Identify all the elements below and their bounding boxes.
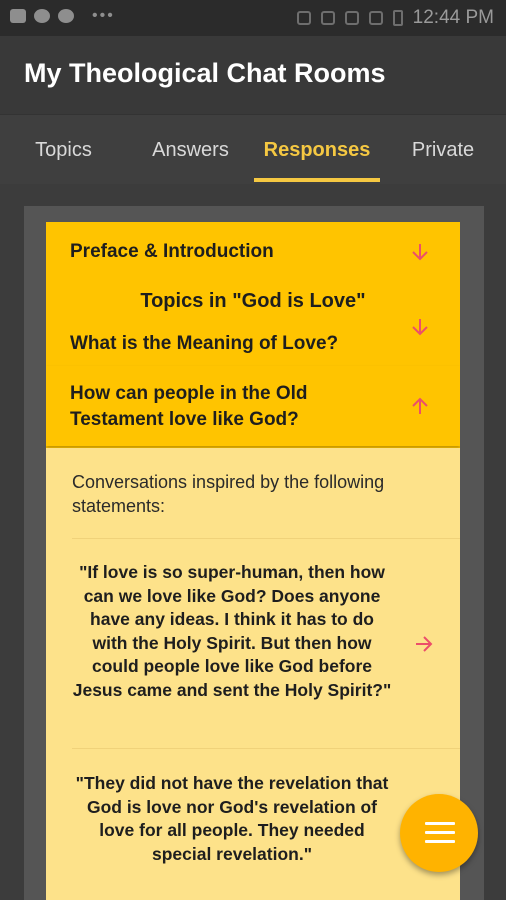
mute-icon [320, 11, 335, 25]
arrow-down-icon[interactable] [408, 315, 432, 339]
section-label: What is the Meaning of Love? [70, 333, 339, 354]
expanded-body: Conversations inspired by the following … [46, 448, 460, 900]
section-preface[interactable]: Preface & Introduction [46, 222, 460, 282]
wifi-icon [344, 11, 359, 25]
topics-card: Preface & Introduction Topics in "God is… [46, 222, 460, 900]
status-time: 12:44 PM [412, 7, 494, 28]
app-title: My Theological Chat Rooms [24, 58, 386, 88]
section-heading: Topics in "God is Love" [140, 290, 366, 312]
status-right-icons: 12:44 PM [296, 7, 494, 29]
section-label: Preface & Introduction [70, 241, 274, 262]
intro-text: Conversations inspired by the following … [72, 472, 385, 516]
tab-topics[interactable]: Topics [0, 115, 127, 185]
app-bar: My Theological Chat Rooms [0, 36, 506, 114]
tab-responses[interactable]: Responses [254, 115, 380, 185]
content-panel: Preface & Introduction Topics in "God is… [24, 206, 484, 900]
signal-icon [368, 11, 383, 25]
section-god-is-love[interactable]: Topics in "God is Love" What is the Mean… [46, 282, 460, 366]
battery-icon [392, 10, 403, 26]
divider [72, 538, 460, 539]
status-left-icons: ••• [10, 7, 115, 24]
tab-answers[interactable]: Answers [127, 115, 254, 185]
status-bar: ••• 12:44 PM [0, 0, 506, 36]
arrow-up-icon[interactable] [408, 394, 432, 418]
section-old-testament[interactable]: How can people in the Old Testament love… [46, 366, 460, 446]
chat-icon [34, 9, 50, 23]
image-icon [10, 9, 26, 23]
tab-indicator [254, 178, 380, 182]
quote-text: "They did not have the revelation that G… [75, 773, 389, 864]
divider [72, 748, 460, 749]
arrow-down-icon[interactable] [408, 240, 432, 264]
notification-icon [58, 9, 74, 23]
content-area: Preface & Introduction Topics in "God is… [0, 184, 506, 900]
arrow-right-icon[interactable] [412, 632, 436, 656]
section-label: How can people in the Old Testament love… [70, 383, 308, 430]
bluetooth-icon [296, 11, 311, 25]
more-dots-icon: ••• [92, 7, 115, 24]
tab-bar: Topics Answers Responses Private [0, 114, 506, 185]
tab-private[interactable]: Private [380, 115, 506, 185]
menu-fab-button[interactable] [400, 794, 478, 872]
quote-text: "If love is so super-human, then how can… [72, 562, 392, 700]
